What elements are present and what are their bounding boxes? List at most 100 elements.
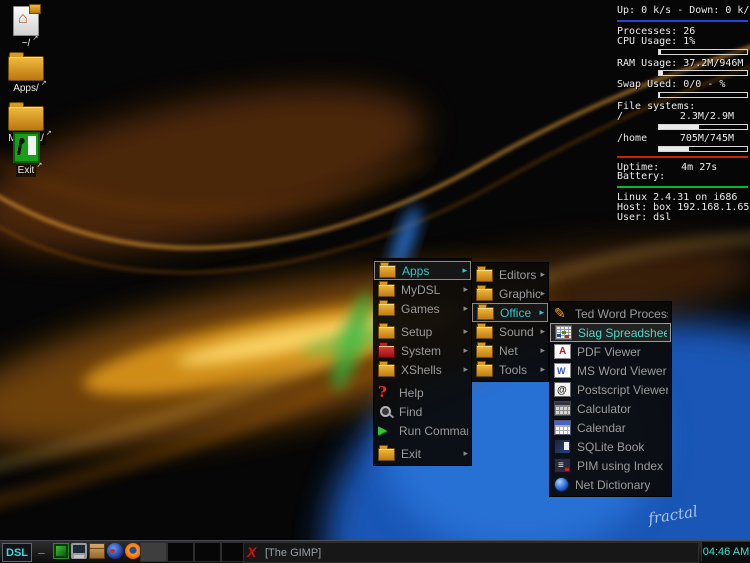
menu-item-editors[interactable]: Editors bbox=[472, 265, 548, 284]
menu-item-label: PIM using Index bbox=[577, 459, 663, 473]
menu-item-label: Help bbox=[399, 386, 424, 400]
pager-cell-1[interactable] bbox=[140, 542, 167, 562]
menu-item-calendar[interactable]: Calendar bbox=[550, 418, 671, 437]
menu-item-system[interactable]: System bbox=[374, 341, 471, 360]
processes: Processes: 26 bbox=[617, 27, 748, 37]
menu-item-ted-word-processing[interactable]: Ted Word Processing bbox=[550, 304, 671, 323]
swap-usage: Swap Used: 0/0 - % bbox=[617, 80, 748, 90]
menu-item-sound[interactable]: Sound bbox=[472, 322, 548, 341]
submenu-arrow-icon bbox=[540, 364, 545, 375]
cpu-bar bbox=[658, 49, 748, 55]
fs-usage: 705M/745M bbox=[680, 134, 734, 144]
task-label: [The GIMP] bbox=[265, 547, 321, 559]
monitor-icon[interactable] bbox=[71, 543, 87, 559]
submenu-arrow-icon bbox=[540, 269, 545, 280]
submenu-arrow-icon bbox=[540, 326, 545, 337]
folder-icon bbox=[378, 364, 395, 377]
fs-usage: 2.3M/2.9M bbox=[680, 112, 734, 122]
menu-item-pdf-viewer[interactable]: PDF Viewer bbox=[550, 342, 671, 361]
menu-item-label: Graphics bbox=[499, 287, 540, 301]
submenu-arrow-icon bbox=[463, 326, 468, 337]
submenu-arrow-icon bbox=[463, 364, 468, 375]
menu-item-label: Apps bbox=[402, 264, 429, 278]
desktop-icon-exit[interactable]: Exit bbox=[0, 132, 52, 177]
menu-item-siag-spreadsheet[interactable]: Siag Spreadsheet bbox=[550, 323, 671, 342]
folder-icon bbox=[378, 284, 395, 297]
desktop: fractal ~/ Apps/ MyDSL/ Exit Up: 0 k/s -… bbox=[0, 0, 750, 563]
menu-item-office[interactable]: Office bbox=[472, 303, 548, 322]
root-menu: Apps MyDSL Games Setup System XShells bbox=[373, 258, 472, 466]
menu-item-label: Sound bbox=[499, 325, 534, 339]
pager-cell-3[interactable] bbox=[194, 542, 221, 562]
firefox-icon[interactable] bbox=[125, 543, 141, 559]
desktop-icon-apps[interactable]: Apps/ bbox=[0, 50, 52, 95]
package-icon[interactable] bbox=[89, 543, 105, 559]
menu-item-games[interactable]: Games bbox=[374, 299, 471, 318]
folder-icon bbox=[476, 326, 493, 339]
menu-item-net-dictionary[interactable]: Net Dictionary bbox=[550, 475, 671, 494]
word-document-icon bbox=[554, 363, 571, 378]
postscript-icon bbox=[554, 382, 571, 397]
menu-item-label: SQLite Book bbox=[577, 440, 644, 454]
folder-icon bbox=[378, 448, 395, 461]
menu-item-label: Find bbox=[399, 405, 422, 419]
system-monitor: Up: 0 k/s - Down: 0 k/s Processes: 26 CP… bbox=[617, 6, 748, 224]
cpu-usage: CPU Usage: 1% bbox=[617, 37, 748, 47]
calendar-icon bbox=[554, 420, 571, 435]
pim-notes-icon bbox=[554, 458, 571, 473]
menu-item-sqlite-book[interactable]: SQLite Book bbox=[550, 437, 671, 456]
apps-submenu: Editors Graphics Office Sound Net Tools bbox=[471, 262, 549, 382]
menu-item-label: Calendar bbox=[577, 421, 626, 435]
folder-icon bbox=[8, 106, 44, 131]
book-icon bbox=[554, 439, 571, 454]
menu-item-tools[interactable]: Tools bbox=[472, 360, 548, 379]
desktop-pager bbox=[140, 542, 248, 562]
menu-item-label: Games bbox=[401, 302, 440, 316]
menu-item-calculator[interactable]: Calculator bbox=[550, 399, 671, 418]
menu-item-postscript-viewer[interactable]: Postscript Viewer bbox=[550, 380, 671, 399]
menu-item-net[interactable]: Net bbox=[472, 341, 548, 360]
menu-item-label: Net Dictionary bbox=[575, 478, 650, 492]
terminal-icon[interactable] bbox=[53, 543, 69, 559]
web-globe-icon[interactable] bbox=[107, 543, 123, 559]
menu-item-label: Calculator bbox=[577, 402, 631, 416]
menu-item-graphics[interactable]: Graphics bbox=[472, 284, 548, 303]
fs-mount: / bbox=[617, 112, 623, 122]
menu-item-xshells[interactable]: XShells bbox=[374, 360, 471, 379]
pdf-icon bbox=[554, 344, 571, 359]
menu-item-label: Office bbox=[500, 306, 531, 320]
menu-item-mydsl[interactable]: MyDSL bbox=[374, 280, 471, 299]
menu-item-find[interactable]: Find bbox=[374, 402, 471, 421]
menu-item-pim-using-index[interactable]: PIM using Index bbox=[550, 456, 671, 475]
menu-item-label: System bbox=[401, 344, 441, 358]
shell-prompt-icon[interactable] bbox=[35, 543, 51, 559]
menu-item-ms-word-viewer[interactable]: MS Word Viewer bbox=[550, 361, 671, 380]
run-arrow-icon bbox=[378, 424, 393, 437]
submenu-arrow-icon bbox=[539, 307, 544, 318]
menu-item-help[interactable]: Help bbox=[374, 383, 471, 402]
menu-item-run-command[interactable]: Run Command bbox=[374, 421, 471, 440]
submenu-arrow-icon bbox=[463, 303, 468, 314]
menu-item-exit[interactable]: Exit bbox=[374, 444, 471, 463]
menu-item-label: Editors bbox=[499, 268, 536, 282]
pencil-icon bbox=[554, 307, 569, 320]
folder-icon bbox=[476, 269, 493, 282]
separator-red bbox=[617, 156, 748, 158]
swap-bar bbox=[658, 92, 748, 98]
menu-item-label: Run Command bbox=[399, 424, 468, 438]
submenu-arrow-icon bbox=[463, 448, 468, 459]
fs-mount: /home bbox=[617, 134, 647, 144]
desktop-icon-home[interactable]: ~/ bbox=[0, 6, 52, 50]
fs-home-bar bbox=[658, 146, 748, 152]
menu-item-label: Exit bbox=[401, 447, 421, 461]
folder-icon bbox=[476, 345, 493, 358]
pager-cell-2[interactable] bbox=[167, 542, 194, 562]
globe-icon bbox=[554, 477, 569, 492]
dsl-menu-button[interactable]: DSL bbox=[2, 543, 32, 562]
separator-green bbox=[617, 186, 748, 188]
menu-item-apps[interactable]: Apps bbox=[374, 261, 471, 280]
desktop-icon-label: ~/ bbox=[20, 38, 33, 50]
menu-item-setup[interactable]: Setup bbox=[374, 322, 471, 341]
menu-item-label: Ted Word Processing bbox=[575, 307, 668, 321]
task-button-gimp[interactable]: [The GIMP] bbox=[243, 542, 699, 563]
